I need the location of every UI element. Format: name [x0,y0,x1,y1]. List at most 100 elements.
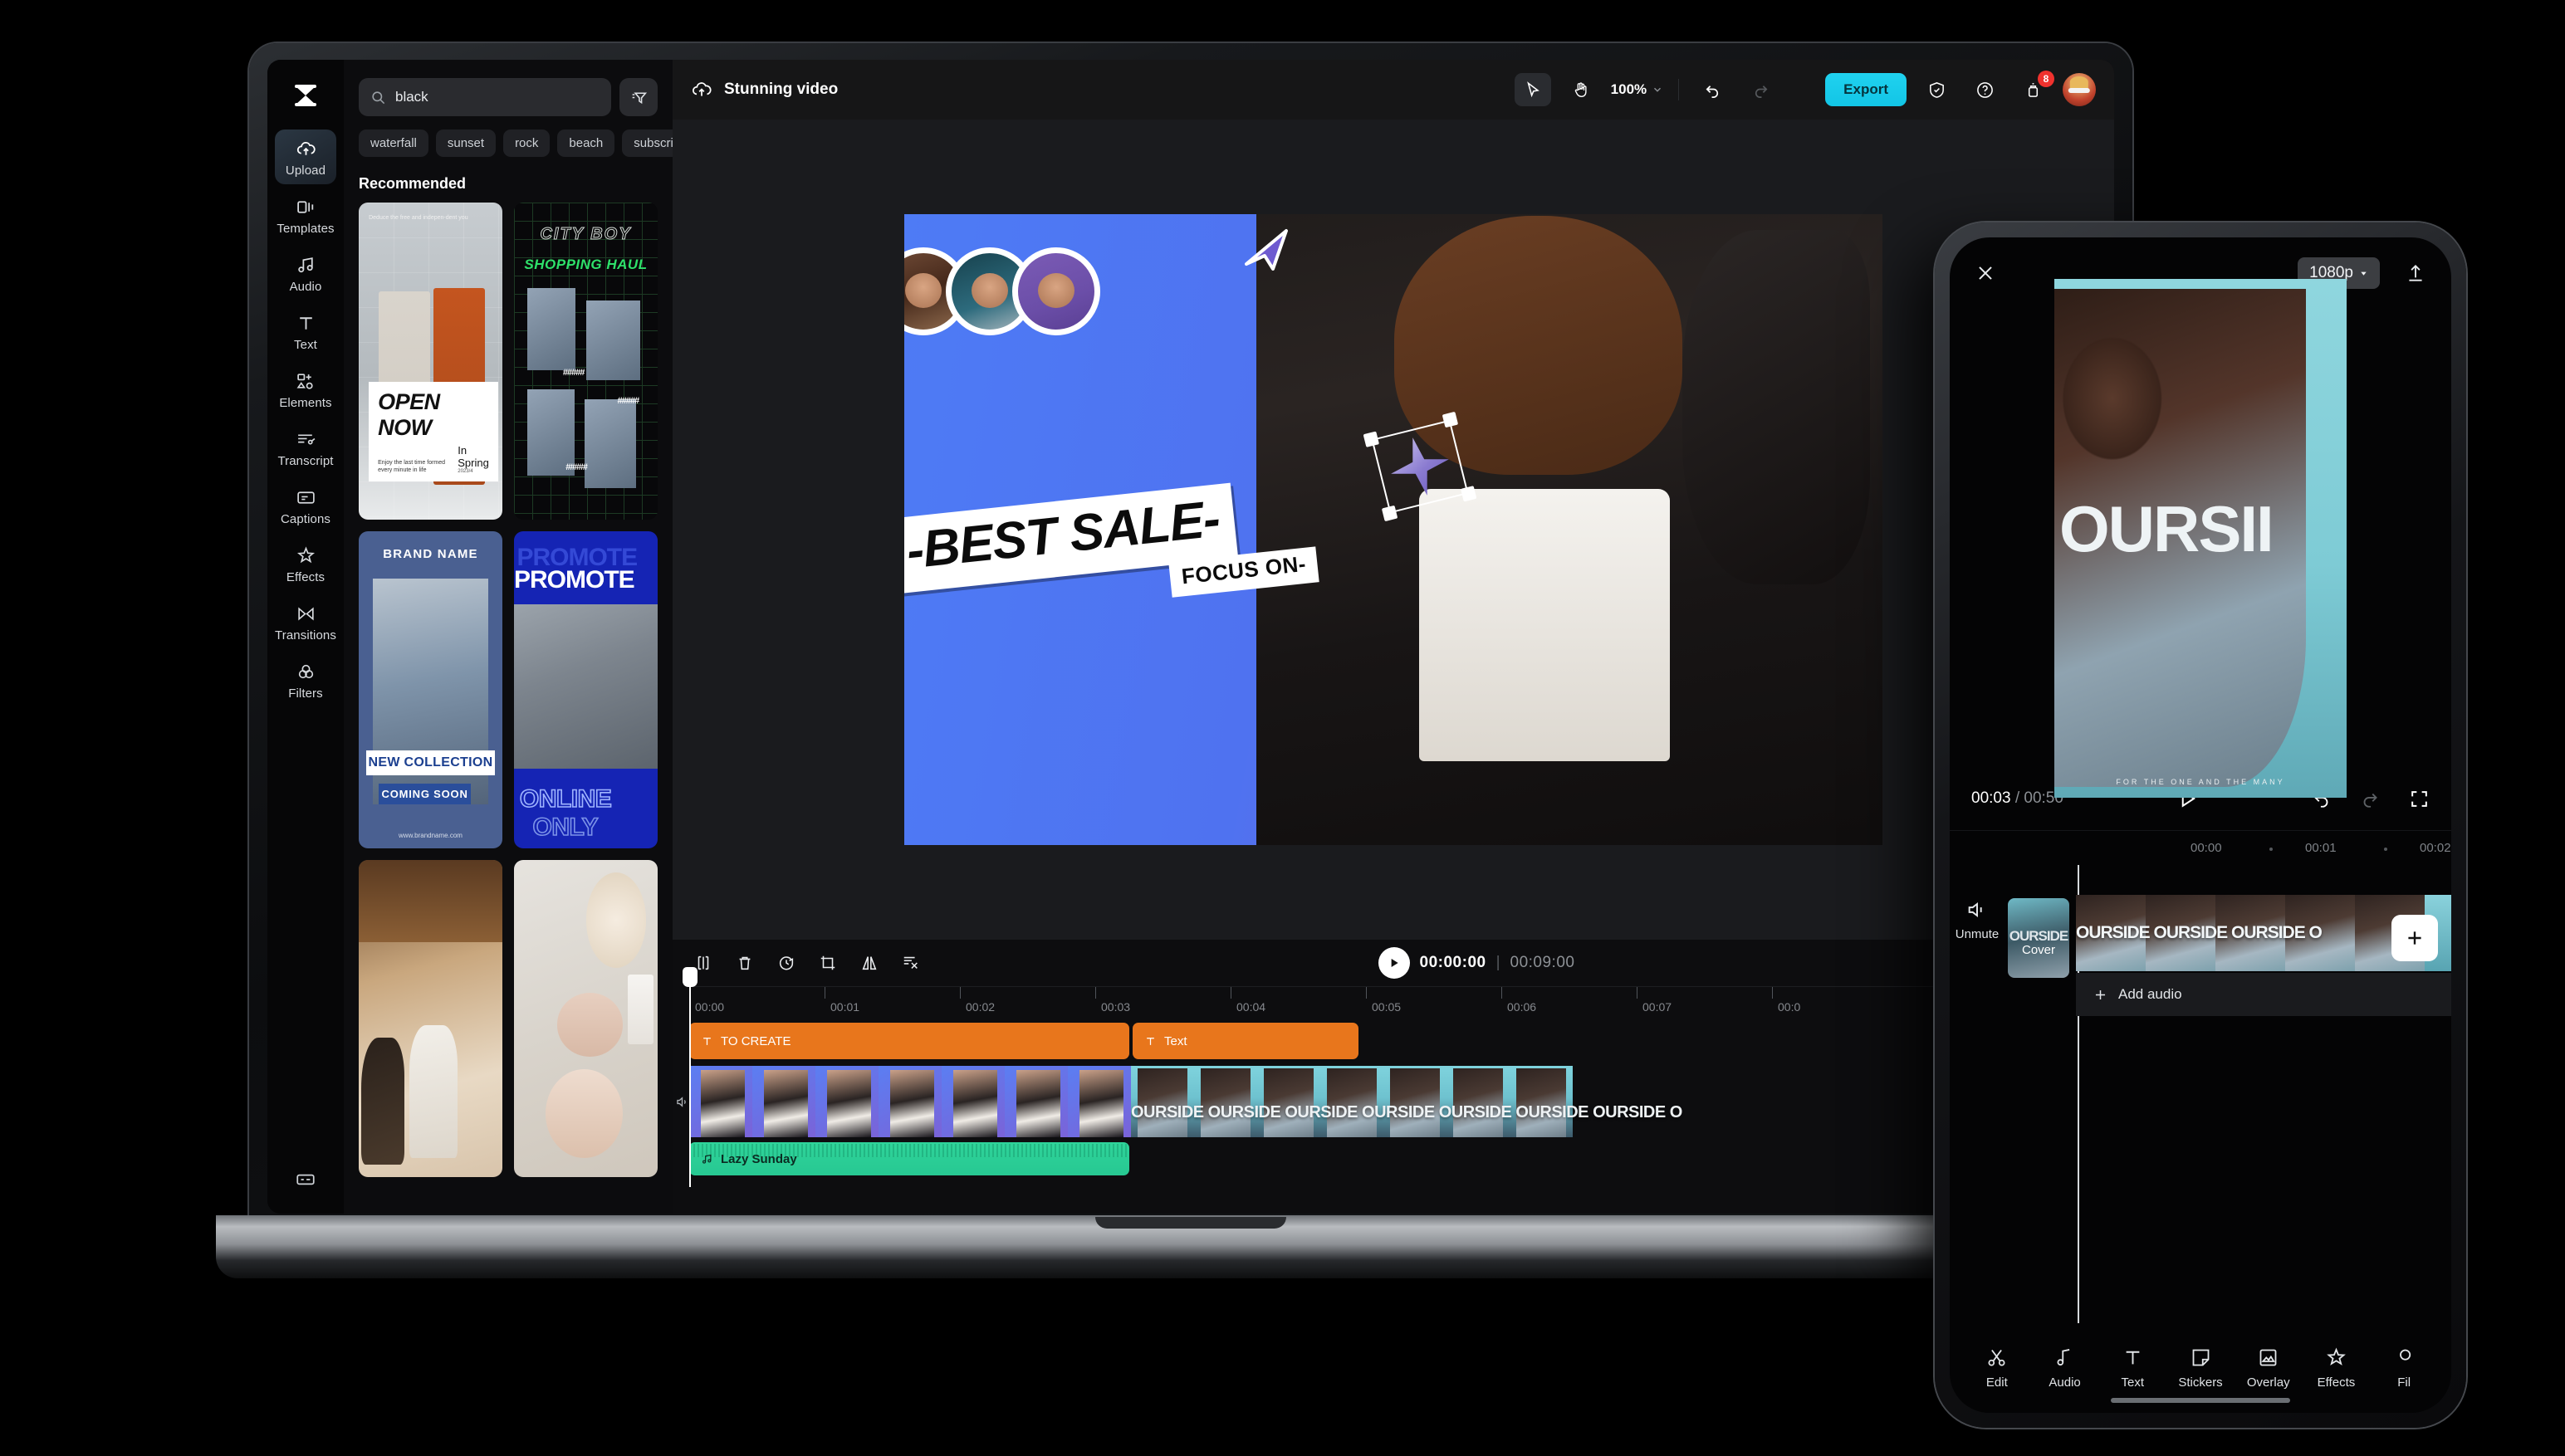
chip-subscribe[interactable]: subscribe [622,129,673,157]
playhead[interactable] [689,979,691,1187]
text-clip-to-create[interactable]: TO CREATE [689,1023,1129,1059]
close-x-icon[interactable] [1975,262,1996,284]
phone-nav-text[interactable]: Text [2100,1346,2165,1390]
template-card-promote[interactable]: PROMOTE PROMOTE ONLINE ONLY [514,531,658,848]
chip-sunset[interactable]: sunset [436,129,496,157]
phone-device: 1080p OURSII FOR THE ONE AND THE MANY 00… [1935,222,2466,1428]
phone-nav-filters[interactable]: Fil [2372,1346,2436,1390]
sidebar-item-effects[interactable]: Effects [275,536,336,591]
notification-badge: 8 [2038,71,2054,87]
phone-nav-edit[interactable]: Edit [1965,1346,2029,1390]
ruler-label: 00:0 [1778,1000,1800,1014]
select-tool-button[interactable] [1515,73,1551,106]
share-upload-icon[interactable] [2405,262,2426,284]
template-photo [585,399,636,488]
speed-tool-button[interactable] [772,949,800,977]
video-track[interactable]: OURSIDE OURSIDE OURSIDE OURSIDE OURSIDE … [689,1066,1802,1137]
undo-button[interactable] [1694,73,1730,106]
clip-overlay-text: OURSIDE OURSIDE OURSIDE OURSIDE OURSIDE … [1131,1103,1802,1122]
phone-nav-effects[interactable]: Effects [2304,1346,2369,1390]
time-separator: | [1496,954,1500,972]
sidebar-item-text[interactable]: Text [275,304,336,359]
template-photo [628,975,653,1044]
ruler-label: 00:06 [1507,1000,1536,1014]
capcut-logo[interactable] [286,76,325,115]
trash-icon [736,954,754,972]
crop-tool-button[interactable] [814,949,842,977]
sidebar-item-captions[interactable]: Captions [275,478,336,533]
video-thumbnail [1005,1066,1068,1137]
filter-button[interactable] [619,78,658,116]
help-button[interactable] [1966,73,2003,106]
shield-button[interactable] [1918,73,1955,106]
video-clip-ourside[interactable]: OURSIDE OURSIDE OURSIDE OURSIDE OURSIDE … [1131,1066,1802,1137]
template-card-open-now[interactable]: Deduce the free and indepen-dent you OPE… [359,203,502,520]
chip-beach[interactable]: beach [557,129,614,157]
sidebar-item-upload[interactable]: Upload [275,129,336,184]
filter-icon [630,89,648,106]
template-grid: Deduce the free and indepen-dent you OPE… [344,203,673,1177]
avatar[interactable] [2063,73,2096,106]
play-button[interactable] [1378,947,1410,979]
sidebar-item-transitions[interactable]: Transitions [275,594,336,649]
preview-caption-text: FOR THE ONE AND THE MANY [2054,778,2347,786]
cut-tool-button[interactable] [897,949,925,977]
cover-thumbnail[interactable]: OURSIDE Cover [2008,898,2069,978]
chip-rock[interactable]: rock [503,129,550,157]
unmute-button[interactable]: Unmute [1950,898,2005,941]
add-clip-button[interactable] [2391,915,2438,961]
sidebar-item-transcript[interactable]: Transcript [275,420,336,475]
page-title[interactable]: Stunning video [724,81,838,99]
template-card-pancakes[interactable] [514,860,658,1177]
playhead-handle[interactable] [683,967,698,987]
audio-clip-lazy-sunday[interactable]: Lazy Sunday [689,1142,1129,1175]
timeline-ruler[interactable]: 00:00 00:01 00:02 00:03 00:04 00:05 00:0… [689,986,2114,1021]
delete-tool-button[interactable] [731,949,759,977]
ruler-label: 00:07 [1642,1000,1672,1014]
speaker-icon[interactable] [674,1094,690,1110]
phone-home-indicator [2111,1398,2290,1403]
search-input[interactable] [395,89,600,105]
phone-nav-audio[interactable]: Audio [2033,1346,2098,1390]
mirror-tool-button[interactable] [855,949,884,977]
template-card-brand-name[interactable]: BRAND NAME NEW COLLECTION COMING SOON ww… [359,531,502,848]
pointer-arrow-icon [1240,226,1293,276]
template-card-van-dog[interactable] [359,860,502,1177]
transitions-icon [296,603,316,624]
phone-fullscreen-button[interactable] [2409,789,2430,809]
sidebar-item-templates[interactable]: Templates [275,188,336,242]
notifications-button[interactable]: 8 [2014,73,2051,106]
phone-screen: 1080p OURSII FOR THE ONE AND THE MANY 00… [1950,237,2451,1413]
cloud-upload-icon[interactable] [691,79,712,100]
export-button[interactable]: Export [1825,73,1907,106]
phone-redo-button[interactable] [2359,788,2381,809]
sidebar-item-audio[interactable]: Audio [275,246,336,300]
template-card-city-boy[interactable]: CITY BOY SHOPPING HAUL ##### ##### ##### [514,203,658,520]
elements-icon [296,370,316,392]
phone-video-frame[interactable]: OURSII FOR THE ONE AND THE MANY [2054,279,2347,798]
phone-timeline-ruler[interactable]: 00:00 00:01 00:02 [1950,830,2451,865]
search-box[interactable] [359,78,611,116]
zoom-control[interactable]: 100% [1611,81,1663,98]
phone-video-clip[interactable]: OURSIDE OURSIDE OURSIDE O [2076,895,2451,971]
filters-circles-icon [296,661,316,682]
chip-waterfall[interactable]: waterfall [359,129,428,157]
video-thumbnail [1194,1066,1257,1137]
video-canvas[interactable]: -BEST SALE- FOCUS ON- [904,214,1882,845]
hand-tool-button[interactable] [1563,73,1599,106]
phone-nav-stickers[interactable]: Stickers [2168,1346,2233,1390]
add-audio-label: Add audio [2118,986,2182,1003]
shield-check-icon [1927,81,1946,100]
unmute-label: Unmute [1956,927,2000,941]
avatar-3[interactable] [1012,247,1100,335]
phone-nav-overlay[interactable]: Overlay [2236,1346,2301,1390]
caption-box-icon[interactable] [295,1169,316,1190]
sticker-icon [2190,1346,2212,1369]
sidebar-item-filters[interactable]: Filters [275,652,336,707]
video-thumbnail [1510,1066,1573,1137]
redo-button[interactable] [1742,73,1779,106]
sidebar-item-elements[interactable]: Elements [275,362,336,417]
phone-nav-label: Overlay [2247,1375,2290,1390]
text-clip-text[interactable]: Text [1133,1023,1358,1059]
add-audio-button[interactable]: Add audio [2076,973,2451,1016]
